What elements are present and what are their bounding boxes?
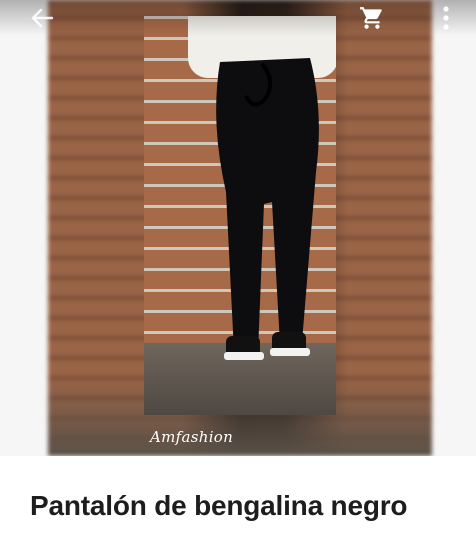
product-photo[interactable] xyxy=(144,16,336,415)
product-detail-screen: Amfashion Pantalón de bengalina negro xyxy=(0,0,476,544)
more-vertical-icon xyxy=(443,6,449,30)
image-watermark: Amfashion xyxy=(150,428,234,446)
arrow-left-icon xyxy=(31,8,54,28)
back-button[interactable] xyxy=(28,6,56,30)
cart-button[interactable] xyxy=(358,5,386,31)
top-app-bar xyxy=(0,0,476,36)
overflow-menu-button[interactable] xyxy=(436,4,456,32)
photo-black-pants xyxy=(216,58,319,360)
product-title: Pantalón de bengalina negro xyxy=(30,490,408,521)
shopping-cart-icon xyxy=(360,7,382,29)
product-image-gallery[interactable]: Amfashion xyxy=(0,0,476,456)
